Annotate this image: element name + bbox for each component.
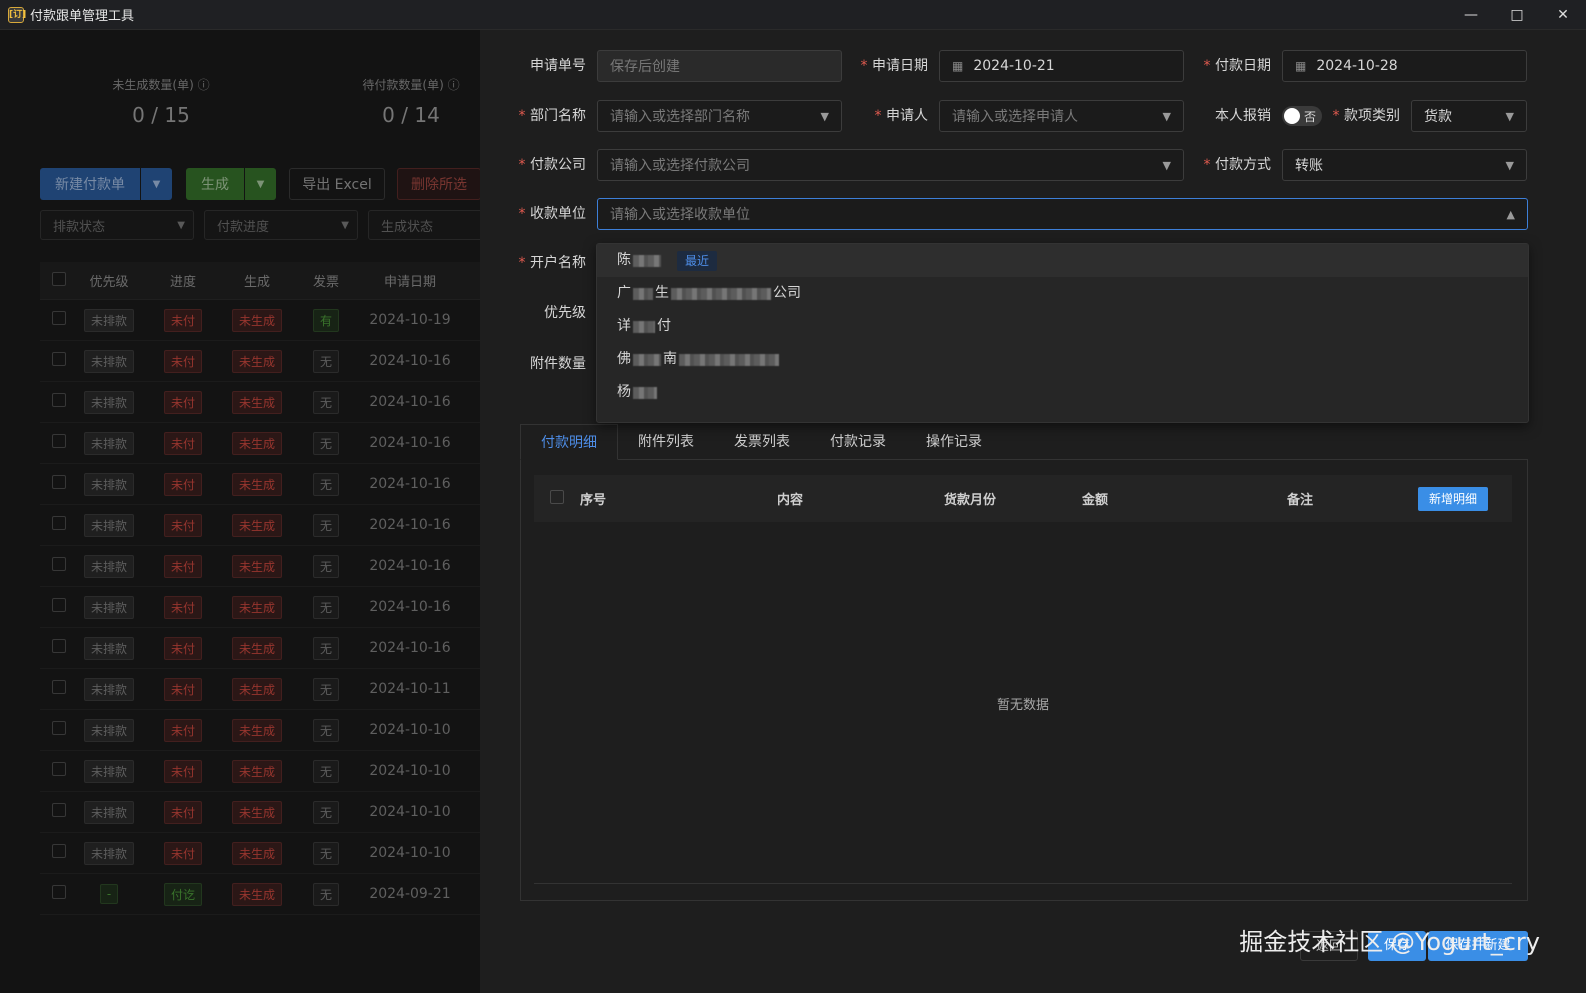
title-bar: [订] 付款跟单管理工具 — □ ✕ — [0, 0, 1586, 30]
applicant-placeholder: 请输入或选择申请人 — [952, 109, 1078, 125]
attachments-label: 附件数量 — [530, 356, 586, 372]
dept-label: 部门名称 — [506, 100, 586, 132]
redacted-text — [633, 254, 661, 267]
dropdown-option[interactable]: 佛南 — [597, 343, 1528, 376]
apply-date-value: 2024-10-21 — [973, 58, 1055, 74]
col-content: 内容 — [776, 493, 803, 508]
pay-method-label: 付款方式 — [1191, 149, 1271, 181]
pay-company-label: 付款公司 — [506, 149, 586, 181]
apply-date-picker[interactable]: ▦ 2024-10-21 — [939, 50, 1184, 82]
pay-date-value: 2024-10-28 — [1316, 58, 1398, 74]
redacted-text — [633, 320, 655, 333]
option-text: 广 — [617, 285, 631, 301]
toggle-knob — [1284, 108, 1300, 124]
pay-date-picker[interactable]: ▦ 2024-10-28 — [1282, 50, 1527, 82]
add-detail-button[interactable]: 新增明细 — [1417, 487, 1488, 511]
dropdown-option[interactable]: 广 生 公司 — [597, 277, 1528, 310]
option-text: 付 — [657, 318, 671, 334]
minimize-icon[interactable]: — — [1448, 0, 1494, 30]
option-text: 陈 — [617, 252, 631, 268]
close-icon[interactable]: ✕ — [1540, 0, 1586, 30]
pay-company-select[interactable]: 请输入或选择付款公司 ▼ — [597, 149, 1184, 181]
option-text: 佛 — [617, 351, 631, 367]
tab-invoices[interactable]: 发票列表 — [714, 424, 810, 460]
applicant-label: 申请人 — [848, 100, 928, 132]
chevron-down-icon: ▼ — [1162, 158, 1171, 172]
modal-mask — [0, 30, 484, 993]
pay-type-select[interactable]: 货款 ▼ — [1411, 100, 1527, 132]
list-panel: 未生成数量(单) ⓘ 0 / 15 待付款数量(单) ⓘ 0 / 14 新建付款… — [0, 30, 484, 993]
recent-badge: 最近 — [677, 250, 718, 271]
dropdown-option[interactable]: 详付 — [597, 310, 1528, 343]
pay-method-select[interactable]: 转账 ▼ — [1282, 149, 1527, 181]
redacted-text — [633, 353, 661, 366]
chevron-down-icon: ▼ — [820, 109, 829, 123]
pay-method-value: 转账 — [1295, 158, 1323, 174]
tab-payment-detail[interactable]: 付款明细 — [520, 424, 618, 460]
option-text: 公司 — [773, 285, 801, 301]
pay-date-label: 付款日期 — [1191, 50, 1271, 82]
window-title: 付款跟单管理工具 — [30, 9, 135, 24]
dropdown-option[interactable]: 陈 最近 — [597, 244, 1528, 277]
empty-text: 暂无数据 — [996, 698, 1049, 713]
priority-label: 优先级 — [544, 305, 586, 321]
chevron-down-icon: ▼ — [1505, 109, 1514, 123]
option-text: 生 — [655, 285, 669, 301]
dropdown-option[interactable]: 杨 — [597, 376, 1528, 409]
option-text: 详 — [617, 318, 631, 334]
redacted-text — [671, 287, 771, 300]
redacted-text — [633, 386, 657, 399]
tab-payment-records[interactable]: 付款记录 — [810, 424, 906, 460]
option-text: 杨 — [617, 384, 631, 400]
maximize-icon[interactable]: □ — [1494, 0, 1540, 30]
account-name-label: 开户名称 — [506, 247, 586, 279]
chevron-up-icon: ▲ — [1506, 207, 1515, 221]
toggle-text: 否 — [1304, 109, 1317, 124]
divider — [534, 883, 1512, 884]
calendar-icon: ▦ — [952, 59, 964, 73]
redacted-text — [679, 353, 779, 366]
payee-label: 收款单位 — [506, 198, 586, 230]
apply-no-placeholder: 保存后创建 — [610, 59, 680, 75]
col-seq: 序号 — [580, 493, 607, 508]
col-month: 货款月份 — [943, 493, 996, 508]
apply-no-label: 申请单号 — [530, 58, 586, 74]
option-text: 南 — [663, 351, 677, 367]
calendar-icon: ▦ — [1295, 59, 1307, 73]
pay-company-placeholder: 请输入或选择付款公司 — [610, 158, 750, 174]
detail-tabs: 付款明细 附件列表 发票列表 付款记录 操作记录 — [520, 424, 1528, 460]
payee-placeholder: 请输入或选择收款单位 — [610, 207, 750, 223]
self-reimburse-label: 本人报销 — [1215, 108, 1271, 124]
col-amount: 金额 — [1081, 493, 1108, 508]
detail-select-all-checkbox[interactable] — [550, 489, 564, 504]
detail-table-header: 序号 内容 货款月份 金额 备注 新增明细 — [534, 475, 1512, 522]
tab-operation-records[interactable]: 操作记录 — [906, 424, 1002, 460]
dept-select[interactable]: 请输入或选择部门名称 ▼ — [597, 100, 842, 132]
tab-attachments[interactable]: 附件列表 — [618, 424, 714, 460]
chevron-down-icon: ▼ — [1162, 109, 1171, 123]
self-reimburse-toggle[interactable]: 否 — [1282, 106, 1322, 126]
applicant-select[interactable]: 请输入或选择申请人 ▼ — [939, 100, 1184, 132]
pay-type-label: 款项类别 — [1320, 100, 1400, 132]
payee-select[interactable]: 请输入或选择收款单位 ▲ — [597, 198, 1528, 230]
dept-placeholder: 请输入或选择部门名称 — [610, 109, 750, 125]
pay-type-value: 货款 — [1424, 109, 1452, 125]
watermark-text: 掘金技术社区 @Yogurt_cry — [1239, 928, 1540, 956]
app-icon: [订] — [8, 6, 26, 23]
payee-dropdown: 陈最近 广生公司 详付 佛南 杨 — [596, 243, 1529, 423]
redacted-text — [633, 287, 653, 300]
apply-date-label: 申请日期 — [848, 50, 928, 82]
chevron-down-icon: ▼ — [1505, 158, 1514, 172]
apply-no-input[interactable]: 保存后创建 — [597, 50, 842, 82]
tab-content — [520, 460, 1528, 901]
